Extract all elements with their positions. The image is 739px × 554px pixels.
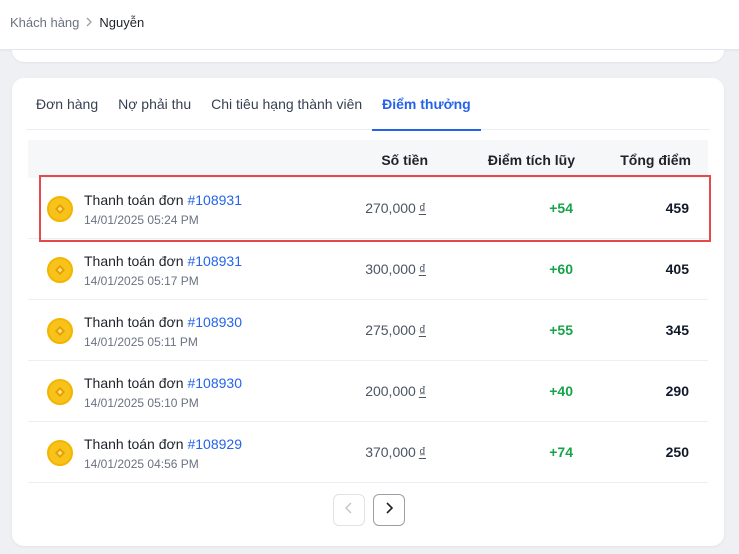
amount-value: 300,000: [365, 261, 416, 277]
coin-icon: [47, 257, 73, 283]
breadcrumb: Khách hàng Nguyễn: [10, 15, 144, 30]
transaction-title: Thanh toán đơn #108931: [84, 253, 242, 269]
prev-page-button[interactable]: [333, 494, 365, 526]
transaction-time: 14/01/2025 05:24 PM: [84, 213, 199, 227]
table-header: Số tiền Điểm tích lũy Tổng điểm: [28, 140, 708, 178]
transaction-label: Thanh toán đơn: [84, 375, 184, 391]
transaction-time: 14/01/2025 04:56 PM: [84, 457, 199, 471]
points-cell: +74: [549, 444, 573, 460]
breadcrumb-current: Nguyễn: [99, 15, 145, 30]
total-points-cell: 345: [665, 322, 689, 338]
transaction-label: Thanh toán đơn: [84, 192, 184, 208]
table-row: Thanh toán đơn #108931 14/01/2025 05:24 P…: [28, 178, 708, 239]
tab-receivables[interactable]: Nợ phải thu: [108, 78, 201, 130]
order-link[interactable]: #108930: [187, 375, 242, 391]
transaction-time: 14/01/2025 05:10 PM: [84, 396, 199, 410]
points-cell: +55: [549, 322, 573, 338]
total-points-cell: 405: [665, 261, 689, 277]
amount-cell: 370,000 ₫: [365, 444, 426, 460]
table-row: Thanh toán đơn #108931 14/01/2025 05:17 P…: [28, 239, 708, 300]
column-header-total: Tổng điểm: [620, 152, 691, 168]
amount-cell: 200,000 ₫: [365, 383, 426, 399]
top-bar: Khách hàng Nguyễn: [0, 0, 739, 50]
points-cell: +54: [549, 200, 573, 216]
order-link[interactable]: #108930: [187, 314, 242, 330]
chevron-right-icon: [384, 501, 394, 519]
tab-membership-spending[interactable]: Chi tiêu hạng thành viên: [201, 78, 372, 130]
amount-cell: 275,000 ₫: [365, 322, 426, 338]
column-header-amount: Số tiền: [381, 152, 428, 168]
points-cell: +60: [549, 261, 573, 277]
transaction-title: Thanh toán đơn #108930: [84, 375, 242, 391]
transaction-title: Thanh toán đơn #108929: [84, 436, 242, 452]
coin-icon: [47, 196, 73, 222]
column-header-points: Điểm tích lũy: [487, 152, 575, 168]
amount-value: 370,000: [365, 444, 416, 460]
amount-value: 200,000: [365, 383, 416, 399]
transaction-title: Thanh toán đơn #108930: [84, 314, 242, 330]
table-row: Thanh toán đơn #108929 14/01/2025 04:56 P…: [28, 422, 708, 483]
tab-reward-points[interactable]: Điểm thưởng: [372, 78, 481, 131]
total-points-cell: 250: [665, 444, 689, 460]
pagination: [12, 494, 724, 526]
points-cell: +40: [549, 383, 573, 399]
customer-info-card: [12, 50, 724, 62]
chevron-left-icon: [344, 501, 354, 519]
coin-icon: [47, 379, 73, 405]
transaction-time: 14/01/2025 05:11 PM: [84, 335, 198, 349]
customer-detail-card: Đơn hàng Nợ phải thu Chi tiêu hạng thành…: [12, 78, 724, 546]
currency-symbol: ₫: [418, 261, 426, 277]
coin-icon: [47, 318, 73, 344]
order-link[interactable]: #108931: [187, 192, 242, 208]
currency-symbol: ₫: [418, 200, 426, 216]
currency-symbol: ₫: [418, 444, 426, 460]
order-link[interactable]: #108931: [187, 253, 242, 269]
amount-cell: 270,000 ₫: [365, 200, 426, 216]
amount-value: 270,000: [365, 200, 416, 216]
reward-points-list: Thanh toán đơn #108931 14/01/2025 05:24 P…: [28, 178, 708, 483]
order-link[interactable]: #108929: [187, 436, 242, 452]
transaction-label: Thanh toán đơn: [84, 436, 184, 452]
total-points-cell: 459: [665, 200, 689, 216]
amount-value: 275,000: [365, 322, 416, 338]
currency-symbol: ₫: [418, 322, 426, 338]
transaction-label: Thanh toán đơn: [84, 314, 184, 330]
transaction-title: Thanh toán đơn #108931: [84, 192, 242, 208]
next-page-button[interactable]: [373, 494, 405, 526]
chevron-right-icon: [85, 16, 93, 30]
total-points-cell: 290: [665, 383, 689, 399]
amount-cell: 300,000 ₫: [365, 261, 426, 277]
transaction-label: Thanh toán đơn: [84, 253, 184, 269]
currency-symbol: ₫: [418, 383, 426, 399]
breadcrumb-customers-link[interactable]: Khách hàng: [10, 15, 79, 30]
table-row: Thanh toán đơn #108930 14/01/2025 05:10 P…: [28, 361, 708, 422]
tab-orders[interactable]: Đơn hàng: [26, 78, 108, 130]
tab-bar: Đơn hàng Nợ phải thu Chi tiêu hạng thành…: [26, 78, 710, 131]
table-row: Thanh toán đơn #108930 14/01/2025 05:11 P…: [28, 300, 708, 361]
transaction-time: 14/01/2025 05:17 PM: [84, 274, 199, 288]
coin-icon: [47, 440, 73, 466]
